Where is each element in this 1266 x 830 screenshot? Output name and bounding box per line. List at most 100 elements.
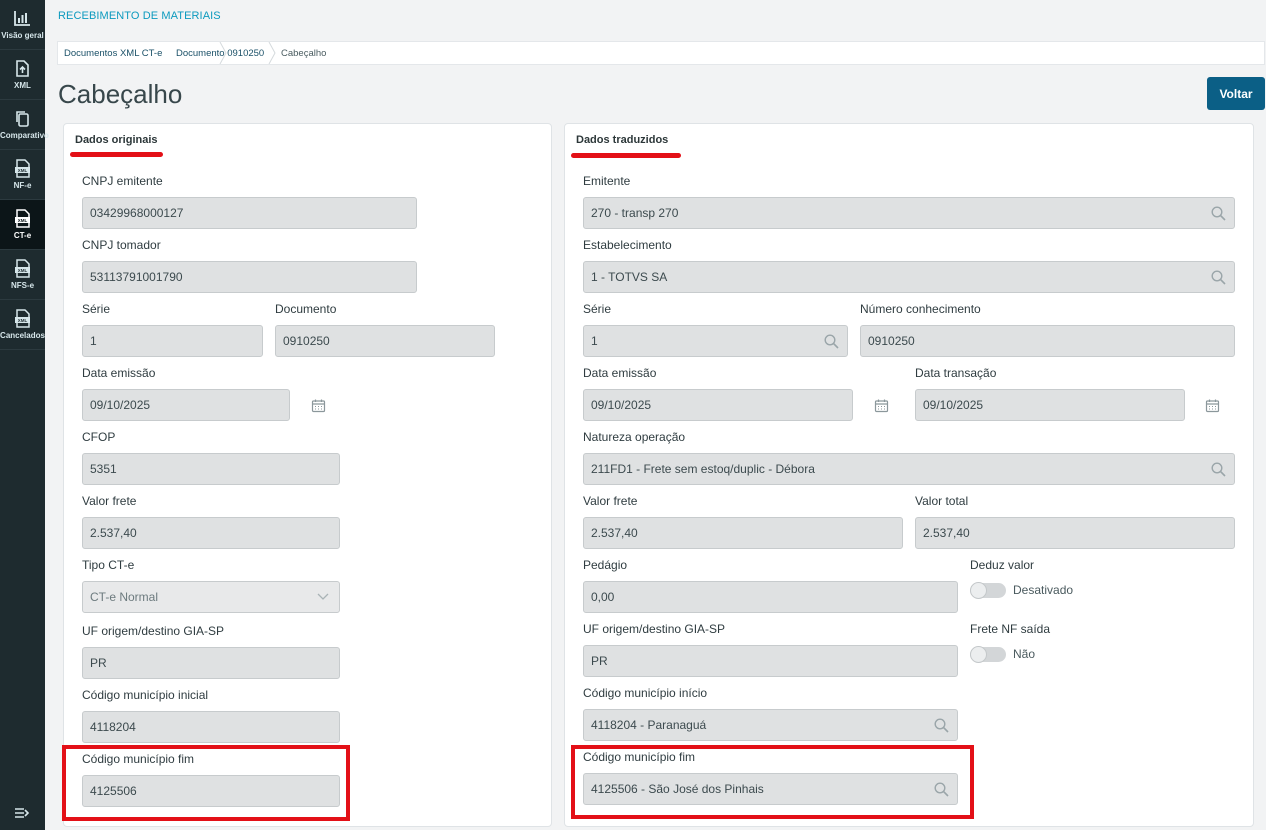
file-upload-icon xyxy=(16,60,29,77)
breadcrumb: Documentos XML CT-e Documento 0910250 Ca… xyxy=(57,41,1265,65)
serie-field[interactable]: 1 xyxy=(82,325,263,357)
valor-frete-label: Valor frete xyxy=(583,494,638,508)
sidebar-item-nfse[interactable]: XML NFS-e xyxy=(0,250,45,300)
breadcrumb-separator-icon xyxy=(268,42,276,64)
estabelecimento-lookup[interactable]: 1 - TOTVS SA xyxy=(583,261,1235,293)
deduz-valor-state: Desativado xyxy=(1013,583,1074,597)
highlight-underline xyxy=(571,153,681,158)
xml-file-icon: XML xyxy=(15,209,30,228)
valor-frete-field[interactable]: 2.537,40 xyxy=(82,517,340,549)
valor-frete-label: Valor frete xyxy=(82,494,137,508)
sidebar-item-label: XML xyxy=(14,81,31,90)
uf-field[interactable]: PR xyxy=(583,645,958,677)
tipo-cte-label: Tipo CT-e xyxy=(82,558,135,572)
municipio-inicio-label: Código município início xyxy=(583,686,708,700)
estabelecimento-value: 1 - TOTVS SA xyxy=(591,270,668,284)
natureza-operacao-lookup[interactable]: 211FD1 - Frete sem estoq/duplic - Débora xyxy=(583,453,1235,485)
calendar-icon[interactable] xyxy=(311,398,326,413)
sidebar-item-label: Cancelados xyxy=(0,331,45,340)
app-title: RECEBIMENTO DE MATERIAIS xyxy=(58,10,221,22)
sidebar: Visão geral XML Comparativo XML NF-e XML… xyxy=(0,0,49,830)
sidebar-item-cancelados[interactable]: XML Cancelados xyxy=(0,300,45,350)
cnpj-emitente-field[interactable]: 03429968000127 xyxy=(82,197,417,229)
search-icon[interactable] xyxy=(824,334,839,349)
svg-text:XML: XML xyxy=(18,318,28,323)
sidebar-item-nfe[interactable]: XML NF-e xyxy=(0,150,45,200)
breadcrumb-item-current: Cabeçalho xyxy=(281,48,327,59)
emitente-lookup[interactable]: 270 - transp 270 xyxy=(583,197,1235,229)
deduz-valor-label: Deduz valor xyxy=(970,558,1035,572)
tipo-cte-select[interactable]: CT-e Normal xyxy=(82,581,340,613)
calendar-icon[interactable] xyxy=(1205,398,1220,413)
back-button[interactable]: Voltar xyxy=(1207,77,1265,110)
sidebar-item-xml[interactable]: XML xyxy=(0,50,45,100)
breadcrumb-item[interactable]: Documentos XML CT-e xyxy=(64,48,162,59)
svg-text:XML: XML xyxy=(18,168,28,173)
valor-total-label: Valor total xyxy=(915,494,969,508)
data-emissao-label: Data emissão xyxy=(583,366,657,380)
deduz-valor-toggle[interactable] xyxy=(970,582,1006,599)
serie-value: 1 xyxy=(591,334,598,348)
sidebar-item-comparativo[interactable]: Comparativo xyxy=(0,100,49,150)
natureza-operacao-value: 211FD1 - Frete sem estoq/duplic - Débora xyxy=(591,462,815,476)
sidebar-item-label: NFS-e xyxy=(10,281,35,290)
svg-text:XML: XML xyxy=(18,268,28,273)
frete-nf-saida-state: Não xyxy=(1013,647,1036,661)
serie-label: Série xyxy=(583,302,612,316)
data-emissao-field[interactable]: 09/10/2025 xyxy=(583,389,853,421)
data-transacao-label: Data transação xyxy=(915,366,997,380)
uf-label: UF origem/destino GIA-SP xyxy=(82,624,225,638)
cfop-field[interactable]: 5351 xyxy=(82,453,340,485)
cnpj-emitente-label: CNPJ emitente xyxy=(82,174,163,188)
documento-field[interactable]: 0910250 xyxy=(275,325,495,357)
xml-file-icon: XML xyxy=(15,259,30,278)
translated-panel-title: Dados traduzidos xyxy=(576,134,669,146)
toggle-knob xyxy=(970,582,987,599)
data-emissao-field[interactable]: 09/10/2025 xyxy=(82,389,290,421)
cfop-label: CFOP xyxy=(82,430,116,444)
estabelecimento-label: Estabelecimento xyxy=(583,238,672,252)
numero-conhecimento-label: Número conhecimento xyxy=(860,302,981,316)
cnpj-tomador-field[interactable]: 53113791001790 xyxy=(82,261,417,293)
uf-label: UF origem/destino GIA-SP xyxy=(583,622,726,636)
documento-label: Documento xyxy=(275,302,337,316)
copy-icon xyxy=(16,111,29,127)
valor-total-field[interactable]: 2.537,40 xyxy=(915,517,1235,549)
data-transacao-field[interactable]: 09/10/2025 xyxy=(915,389,1185,421)
sidebar-item-label: Visão geral xyxy=(1,31,44,40)
highlight-box xyxy=(62,745,350,821)
sidebar-item-label: NF-e xyxy=(13,181,32,190)
pedagio-field[interactable]: 0,00 xyxy=(583,581,958,613)
frete-nf-saida-toggle[interactable] xyxy=(970,646,1006,663)
pedagio-label: Pedágio xyxy=(583,558,628,572)
chevron-down-icon xyxy=(317,593,329,600)
municipio-inicial-label: Código município inicial xyxy=(82,688,209,702)
uf-field[interactable]: PR xyxy=(82,647,340,679)
sidebar-item-cte[interactable]: XML CT-e xyxy=(0,200,45,250)
breadcrumb-item[interactable]: Documento 0910250 xyxy=(176,48,264,59)
sidebar-item-label: CT-e xyxy=(13,231,32,240)
emitente-value: 270 - transp 270 xyxy=(591,206,679,220)
toggle-knob xyxy=(970,646,987,663)
highlight-underline xyxy=(70,152,163,157)
collapse-menu-icon[interactable] xyxy=(14,806,30,825)
search-icon[interactable] xyxy=(1211,206,1226,221)
chart-icon xyxy=(14,11,30,26)
valor-frete-field[interactable]: 2.537,40 xyxy=(583,517,903,549)
search-icon[interactable] xyxy=(934,718,949,733)
numero-conhecimento-field[interactable]: 0910250 xyxy=(860,325,1235,357)
serie-label: Série xyxy=(82,302,111,316)
municipio-inicio-value: 4118204 - Paranaguá xyxy=(591,718,707,732)
search-icon[interactable] xyxy=(1211,462,1226,477)
highlight-box xyxy=(571,745,974,819)
svg-text:XML: XML xyxy=(18,218,28,223)
calendar-icon[interactable] xyxy=(874,398,889,413)
serie-lookup[interactable]: 1 xyxy=(583,325,848,357)
municipio-inicio-lookup[interactable]: 4118204 - Paranaguá xyxy=(583,709,958,741)
sidebar-item-visao-geral[interactable]: Visão geral xyxy=(0,0,45,50)
municipio-inicial-field[interactable]: 4118204 xyxy=(82,711,340,743)
original-panel-title: Dados originais xyxy=(75,134,158,146)
frete-nf-saida-label: Frete NF saída xyxy=(970,622,1051,636)
natureza-operacao-label: Natureza operação xyxy=(583,430,686,444)
search-icon[interactable] xyxy=(1211,270,1226,285)
